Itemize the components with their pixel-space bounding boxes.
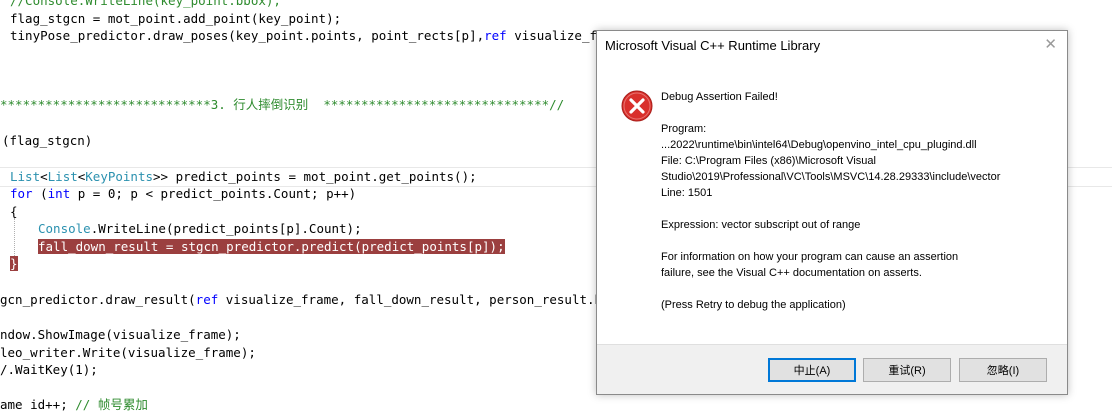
code-token: int (47, 186, 71, 201)
code-line: } (10, 255, 18, 273)
code-token: List (10, 169, 41, 184)
code-token: // 帧号累加 (75, 397, 148, 412)
code-token: ame id++; (0, 397, 76, 412)
code-token: KeyPoints (85, 169, 154, 184)
dialog-title: Microsoft Visual C++ Runtime Library (605, 38, 821, 53)
code-line: fall_down_result = stgcn_predictor.predi… (38, 238, 505, 256)
retry-button[interactable]: 重试(R) (863, 358, 951, 382)
code-line: List<List<KeyPoints>> predict_points = m… (10, 168, 477, 186)
dialog-heading: Debug Assertion Failed! (661, 91, 778, 103)
code-token: visualize_frame, fall_down_result, perso… (218, 292, 633, 307)
file-path-continued: Studio\2019\Professional\VC\Tools\MSVC\1… (661, 171, 1001, 183)
code-line: Console.WriteLine(predict_points[p].Coun… (38, 220, 362, 238)
retry-note: (Press Retry to debug the application) (661, 299, 846, 311)
program-label: Program: (661, 123, 707, 135)
code-token: < (40, 169, 48, 184)
abort-button[interactable]: 中止(A) (768, 358, 856, 382)
code-token: tinyPose_predictor.draw_poses(key_point.… (10, 28, 485, 43)
code-token: >> predict_points = mot_point.get_points… (153, 169, 477, 184)
code-line: ame id++; // 帧号累加 (0, 396, 148, 414)
expression-text: Expression: vector subscript out of rang… (661, 219, 861, 231)
breakpoint-brace: } (10, 256, 18, 271)
code-line: ****************************3. 行人摔倒识别 **… (0, 97, 565, 112)
code-line: //Console.WriteLine(key_point.bbox); (10, 0, 281, 8)
code-token: List (47, 169, 78, 184)
code-token: ref (484, 28, 507, 43)
code-token: ref (195, 292, 219, 307)
info-text: For information on how your program can … (661, 251, 959, 263)
code-token: ( (32, 186, 48, 201)
dialog-message: Debug Assertion Failed! Program: ...2022… (661, 89, 1051, 313)
code-line: /.WaitKey(1); (0, 362, 98, 377)
code-token: .WriteLine(predict_points[p].Count); (90, 221, 362, 236)
breakpoint-highlight: fall_down_result = stgcn_predictor.predi… (38, 239, 505, 254)
code-line: tinyPose_predictor.draw_poses(key_point.… (10, 27, 627, 45)
code-line: gcn_predictor.draw_result(ref visualize_… (0, 291, 632, 309)
program-path: ...2022\runtime\bin\intel64\Debug\openvi… (661, 139, 977, 151)
code-line: flag_stgcn = mot_point.add_point(key_poi… (10, 11, 342, 26)
code-line: for (int p = 0; p < predict_points.Count… (10, 185, 356, 203)
error-icon (621, 90, 653, 122)
info-text: failure, see the Visual C++ documentatio… (661, 267, 922, 279)
dialog-button-bar: 中止(A) 重试(R) 忽略(I) (597, 344, 1067, 394)
assertion-dialog: Microsoft Visual C++ Runtime Library ✕ D… (596, 30, 1068, 395)
indent-guide (14, 218, 15, 258)
code-token: gcn_predictor.draw_result( (0, 292, 196, 307)
code-token: p = 0; p < predict_points.Count; p++) (70, 186, 357, 201)
code-line: ndow.ShowImage(visualize_frame); (0, 327, 241, 342)
code-line: leo_writer.Write(visualize_frame); (0, 345, 256, 360)
code-token: Console (38, 221, 91, 236)
code-line: (flag_stgcn) (2, 133, 93, 148)
file-path: File: C:\Program Files (x86)\Microsoft V… (661, 155, 876, 167)
line-number: Line: 1501 (661, 187, 713, 199)
code-token: for (10, 186, 33, 201)
ignore-button[interactable]: 忽略(I) (959, 358, 1047, 382)
close-icon[interactable]: ✕ (1044, 36, 1057, 54)
